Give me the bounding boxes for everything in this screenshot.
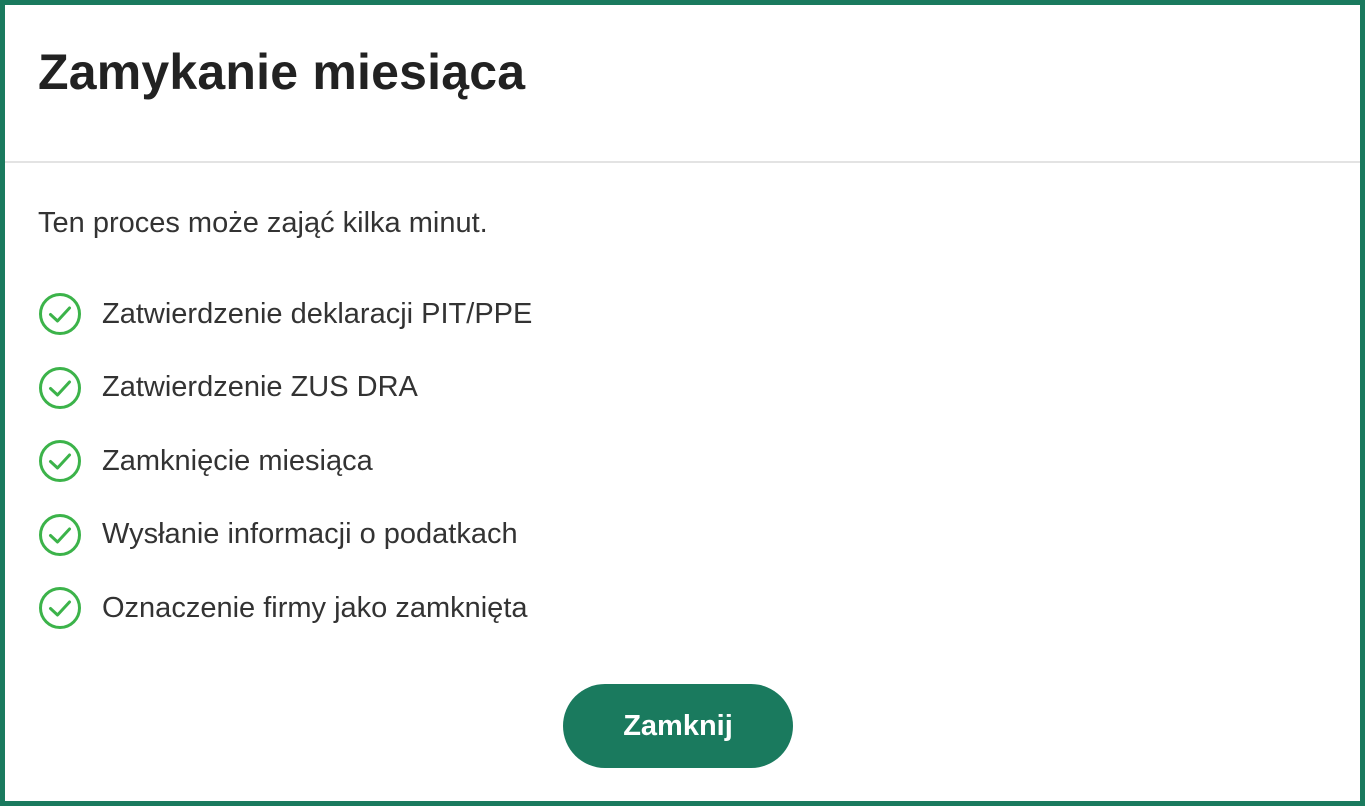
step-item: Zatwierdzenie ZUS DRA (38, 365, 532, 411)
dialog-header: Zamykanie miesiąca (5, 5, 1360, 163)
steps-list: Zatwierdzenie deklaracji PIT/PPE Zatwier… (38, 291, 532, 659)
dialog-title: Zamykanie miesiąca (38, 44, 526, 100)
step-label: Zatwierdzenie deklaracji PIT/PPE (102, 297, 533, 330)
step-label: Wysłanie informacji o podatkach (102, 518, 518, 550)
close-button[interactable]: Zamknij (563, 684, 793, 768)
step-item: Wysłanie informacji o podatkach (38, 512, 532, 558)
step-label: Zamknięcie miesiąca (102, 444, 373, 477)
check-circle-icon (38, 439, 82, 483)
step-label: Oznaczenie firmy jako zamknięta (102, 591, 528, 624)
step-item: Oznaczenie firmy jako zamknięta (38, 585, 532, 631)
check-circle-icon (38, 366, 82, 410)
step-item: Zatwierdzenie deklaracji PIT/PPE (38, 291, 532, 337)
close-month-dialog: Zamykanie miesiąca Ten proces może zająć… (0, 0, 1365, 806)
intro-text: Ten proces może zająć kilka minut. (38, 207, 488, 239)
step-label: Zatwierdzenie ZUS DRA (102, 371, 418, 403)
check-circle-icon (38, 586, 82, 630)
check-circle-icon (38, 513, 82, 557)
check-circle-icon (38, 292, 82, 336)
step-item: Zamknięcie miesiąca (38, 438, 532, 484)
